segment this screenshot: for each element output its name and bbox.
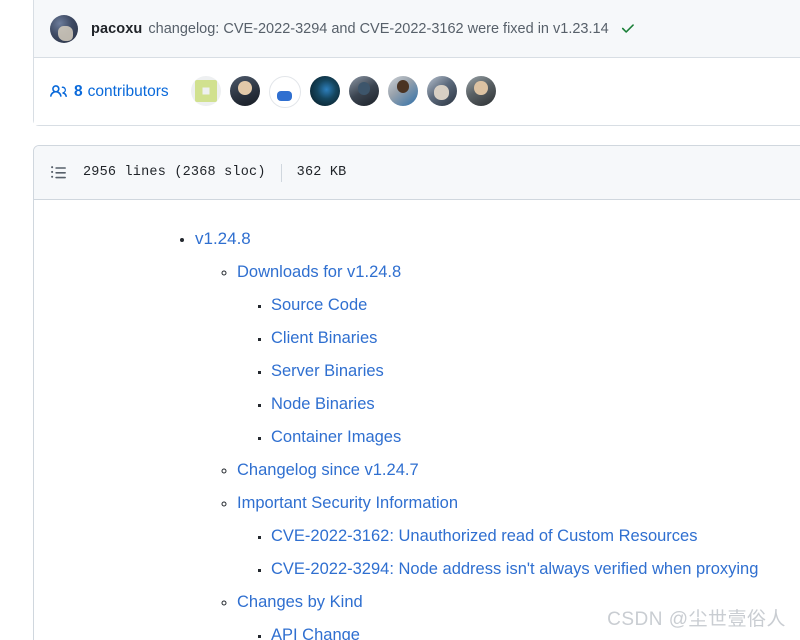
check-icon	[619, 20, 636, 37]
csdn-watermark: CSDN @尘世壹俗人	[607, 609, 786, 630]
contributor-avatar-3[interactable]	[268, 75, 301, 108]
toc-link-server-binaries[interactable]: Server Binaries	[271, 362, 384, 380]
toc-list-security: CVE-2022-3162: Unauthorized read of Cust…	[237, 520, 800, 586]
toc-link-container-images[interactable]: Container Images	[271, 428, 401, 446]
list-item: CVE-2022-3294: Node address isn't always…	[271, 553, 800, 586]
latest-commit-row: pacoxu changelog: CVE-2022-3294 and CVE-…	[34, 0, 800, 58]
file-size: 362 KB	[296, 165, 347, 180]
toc-link-release[interactable]: v1.24.8	[195, 229, 251, 248]
list-item: Source Code	[271, 289, 800, 322]
file-header: 2956 lines (2368 sloc) 362 KB	[34, 146, 800, 200]
contributors-row: 8 contributors	[34, 58, 800, 125]
toc-list-downloads: Source Code Client Binaries Server Binar…	[237, 289, 800, 454]
list-item: Node Binaries	[271, 388, 800, 421]
toc-link-node-binaries[interactable]: Node Binaries	[271, 395, 375, 413]
contributor-avatar-4[interactable]	[309, 75, 340, 106]
toc-link-cve-2022-3294[interactable]: CVE-2022-3294: Node address isn't always…	[271, 560, 758, 578]
list-item: Server Binaries	[271, 355, 800, 388]
toc-link-api-change[interactable]: API Change	[271, 626, 360, 640]
toc-link-source-code[interactable]: Source Code	[271, 296, 367, 314]
commit-message[interactable]: changelog: CVE-2022-3294 and CVE-2022-31…	[148, 21, 608, 37]
commit-author-avatar[interactable]	[50, 14, 78, 43]
contributor-avatar-2[interactable]	[229, 75, 260, 106]
contributor-avatar-7[interactable]	[426, 75, 457, 106]
file-view-panel: 2956 lines (2368 sloc) 362 KB v1.24.8 Do…	[33, 145, 800, 640]
toc-list-level-1: v1.24.8 Downloads for v1.24.8 Source Cod…	[50, 222, 800, 640]
contributor-avatars	[190, 75, 496, 108]
contributor-avatar-6[interactable]	[387, 75, 418, 106]
toc-item-security: Important Security Information CVE-2022-…	[237, 487, 800, 586]
file-meta-divider	[280, 163, 282, 182]
contributors-label: contributors	[87, 82, 169, 100]
contributor-avatar-5[interactable]	[348, 75, 379, 106]
people-icon	[50, 83, 67, 100]
list-item: Container Images	[271, 421, 800, 454]
toc-link-changelog-since[interactable]: Changelog since v1.24.7	[237, 461, 419, 479]
toc-link-downloads[interactable]: Downloads for v1.24.8	[237, 263, 401, 281]
markdown-body: v1.24.8 Downloads for v1.24.8 Source Cod…	[34, 200, 800, 640]
contributors-link[interactable]: 8 contributors	[50, 83, 169, 101]
latest-commit-panel: pacoxu changelog: CVE-2022-3294 and CVE-…	[33, 0, 800, 126]
toc-item-changelog-since: Changelog since v1.24.7	[237, 454, 800, 487]
file-line-count: 2956 lines (2368 sloc)	[83, 165, 266, 180]
contributors-count: 8	[74, 82, 83, 100]
commit-author-name[interactable]: pacoxu	[91, 21, 142, 37]
list-item: Client Binaries	[271, 322, 800, 355]
contributor-avatar-8[interactable]	[465, 75, 496, 106]
contributor-avatar-1[interactable]	[190, 75, 221, 106]
unordered-list-icon[interactable]	[50, 164, 67, 181]
toc-link-cve-2022-3162[interactable]: CVE-2022-3162: Unauthorized read of Cust…	[271, 527, 697, 545]
toc-link-client-binaries[interactable]: Client Binaries	[271, 329, 377, 347]
list-item: CVE-2022-3162: Unauthorized read of Cust…	[271, 520, 800, 553]
toc-item-downloads: Downloads for v1.24.8 Source Code Client…	[237, 256, 800, 454]
toc-link-security[interactable]: Important Security Information	[237, 494, 458, 512]
page-root: pacoxu changelog: CVE-2022-3294 and CVE-…	[0, 0, 800, 640]
toc-link-changes-by-kind[interactable]: Changes by Kind	[237, 593, 363, 611]
toc-list-level-2: Downloads for v1.24.8 Source Code Client…	[195, 256, 800, 640]
toc-item-release: v1.24.8 Downloads for v1.24.8 Source Cod…	[195, 222, 800, 640]
